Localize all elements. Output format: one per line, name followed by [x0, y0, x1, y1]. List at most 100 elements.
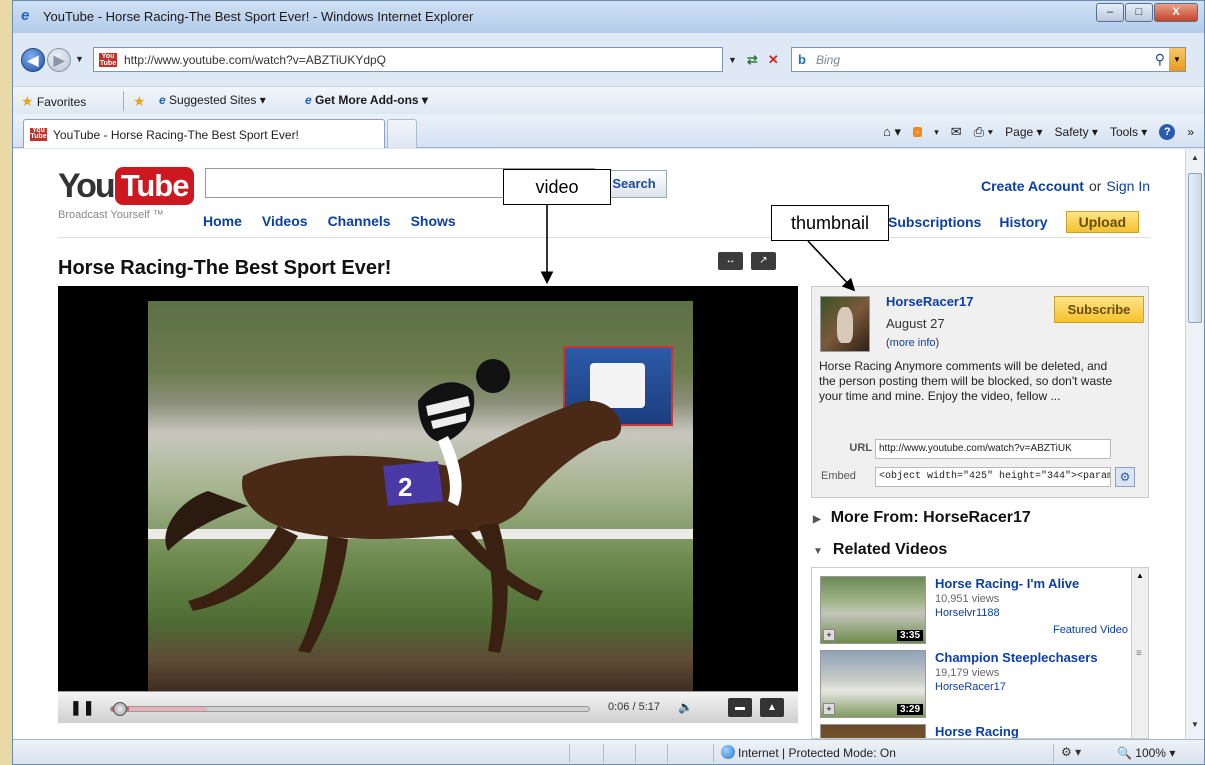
tab-favicon-icon: You Tube [30, 127, 47, 141]
related-title[interactable]: Horse Racing- I'm Alive [935, 576, 1079, 591]
search-dropdown-icon[interactable]: ▼ [1169, 48, 1185, 71]
channel-thumbnail[interactable] [820, 296, 870, 352]
security-zone[interactable]: Internet | Protected Mode: On [738, 746, 896, 760]
help-icon[interactable]: ? [1159, 124, 1176, 140]
logo-tube: Tube [114, 167, 195, 205]
popout-icon[interactable]: ↗ [751, 252, 776, 270]
create-account-link[interactable]: Create Account [981, 178, 1084, 194]
refresh-icon[interactable]: ⇄ [747, 52, 758, 68]
history-link[interactable]: History [999, 214, 1047, 230]
related-videos-toggle[interactable]: ▼ Related Videos [813, 541, 947, 559]
uploader-link[interactable]: HorseRacer17 [886, 294, 973, 309]
embed-label: Embed [821, 470, 856, 482]
list-item[interactable]: + 3:35 Horse Racing- I'm Alive 10,951 vi… [820, 576, 1128, 644]
maximize-button[interactable]: □ [1125, 3, 1153, 22]
list-item[interactable]: Horse Racing [820, 724, 1128, 738]
address-url[interactable]: http://www.youtube.com/watch?v=ABZTiUKYd… [124, 53, 386, 67]
logo-you: You [58, 167, 116, 205]
related-scrollbar[interactable]: ▲ ≡ [1131, 568, 1148, 738]
related-title[interactable]: Champion Steeplechasers [935, 650, 1098, 665]
add-favorites-icon[interactable]: ★ [133, 93, 146, 110]
more-commands-button[interactable]: » [1187, 125, 1194, 139]
annotation-thumbnail: thumbnail [771, 205, 889, 241]
new-tab-button[interactable] [387, 119, 417, 148]
add-star-icon: ★ [133, 93, 146, 109]
suggested-sites-button[interactable]: e Suggested Sites ▾ [159, 93, 266, 107]
related-user[interactable]: Horselvr1188 [935, 607, 1000, 619]
related-thumbnail[interactable]: + 3:29 [820, 650, 926, 718]
youtube-favicon-icon: You Tube [99, 53, 117, 67]
featured-video-label[interactable]: Featured Video [1053, 624, 1128, 636]
page-scroll-down-icon[interactable]: ▼ [1191, 720, 1199, 729]
volume-icon[interactable]: 🔈 [678, 700, 693, 714]
nav-channels[interactable]: Channels [328, 213, 391, 229]
list-item[interactable]: + 3:29 Champion Steeplechasers 19,179 vi… [820, 650, 1128, 718]
url-field[interactable]: http://www.youtube.com/watch?v=ABZTiUK [875, 439, 1111, 459]
favorites-button[interactable]: ★ Favorites [21, 93, 86, 110]
forward-button[interactable]: ▶ [47, 48, 71, 72]
subscribe-button[interactable]: Subscribe [1054, 296, 1144, 323]
seek-handle[interactable] [113, 702, 128, 716]
zoom-level[interactable]: 🔍 100% ▾ [1117, 746, 1175, 760]
seek-bar[interactable] [110, 702, 590, 716]
nav-videos[interactable]: Videos [262, 213, 308, 229]
mail-icon[interactable]: ✉ [951, 124, 962, 140]
search-icon[interactable]: ⚲ [1155, 51, 1165, 68]
back-button[interactable]: ◀ [21, 48, 45, 72]
subscriptions-link[interactable]: Subscriptions [888, 214, 981, 230]
tab-youtube[interactable]: You Tube YouTube - Horse Racing-The Best … [23, 119, 385, 148]
widescreen-icon[interactable]: ▬ [728, 698, 752, 717]
url-row: URL http://www.youtube.com/watch?v=ABZTi… [819, 439, 1144, 459]
tab-row: You Tube YouTube - Horse Racing-The Best … [13, 114, 1204, 148]
history-dropdown-icon[interactable]: ▼ [75, 54, 84, 64]
scroll-up-icon[interactable]: ▲ [1136, 571, 1144, 580]
embed-field[interactable]: <object width="425" height="344"><param [875, 467, 1111, 487]
print-icon[interactable]: ⎙ ▾ [974, 124, 993, 140]
tools-menu[interactable]: Tools ▾ [1110, 125, 1147, 139]
nav-home[interactable]: Home [203, 213, 242, 229]
player-size-controls: ↔ ↗ [718, 252, 776, 270]
scroll-grip-icon[interactable]: ≡ [1136, 648, 1142, 659]
add-to-quicklist-icon[interactable]: + [823, 703, 835, 715]
youtube-logo[interactable]: You Tube [58, 167, 195, 206]
stop-icon[interactable]: ✕ [768, 52, 779, 68]
expand-player-icon[interactable]: ↔ [718, 252, 743, 270]
video-frame[interactable]: 2 [148, 301, 693, 691]
expanded-triangle-icon: ▼ [813, 546, 823, 557]
sign-in-link[interactable]: Sign In [1106, 178, 1150, 194]
status-cell [635, 744, 636, 763]
get-addons-button[interactable]: e Get More Add-ons ▾ [305, 93, 428, 107]
protected-mode-icon[interactable]: ⚙ ▾ [1061, 745, 1081, 759]
more-from-label: More From: HorseRacer17 [830, 509, 1031, 526]
upload-button[interactable]: Upload [1065, 211, 1140, 233]
pause-icon[interactable]: ❚❚ [70, 699, 95, 716]
video-player[interactable]: 2 ❚❚ 0:06 / 5:17 🔈 ▬ ▲ [58, 286, 798, 723]
nav-shows[interactable]: Shows [411, 213, 456, 229]
embed-settings-gear-icon[interactable]: ⚙ [1115, 467, 1135, 487]
page-scrollbar[interactable]: ▲ ▼ [1185, 149, 1204, 739]
related-user[interactable]: HorseRacer17 [935, 681, 1006, 693]
more-from-toggle[interactable]: ▶ More From: HorseRacer17 [813, 509, 1031, 527]
address-dropdown-icon[interactable]: ▼ [728, 55, 737, 65]
search-box[interactable]: b Bing ⚲ ▼ [791, 47, 1186, 72]
minimize-button[interactable]: – [1096, 3, 1124, 22]
fullscreen-icon[interactable]: ▲ [760, 698, 784, 717]
page-scroll-up-icon[interactable]: ▲ [1191, 153, 1199, 162]
page-scroll-thumb[interactable] [1188, 173, 1202, 323]
more-info-link[interactable]: more info [890, 337, 936, 349]
safety-menu[interactable]: Safety ▾ [1055, 125, 1098, 139]
window-controls: – □ X [1095, 3, 1198, 22]
add-to-quicklist-icon[interactable]: + [823, 629, 835, 641]
page-menu[interactable]: Page ▾ [1005, 125, 1042, 139]
related-title[interactable]: Horse Racing [935, 724, 1019, 738]
home-icon[interactable]: ⌂ ▾ [883, 124, 901, 140]
ie-small-icon: e [159, 93, 166, 107]
address-bar[interactable]: You Tube http://www.youtube.com/watch?v=A… [93, 47, 723, 72]
feeds-icon[interactable]: ◦ [913, 127, 923, 137]
search-placeholder[interactable]: Bing [816, 53, 840, 67]
feeds-dropdown-icon[interactable]: ▾ [934, 127, 939, 138]
related-thumbnail[interactable] [820, 724, 926, 738]
url-label: URL [849, 442, 872, 454]
close-button[interactable]: X [1154, 3, 1198, 22]
related-thumbnail[interactable]: + 3:35 [820, 576, 926, 644]
